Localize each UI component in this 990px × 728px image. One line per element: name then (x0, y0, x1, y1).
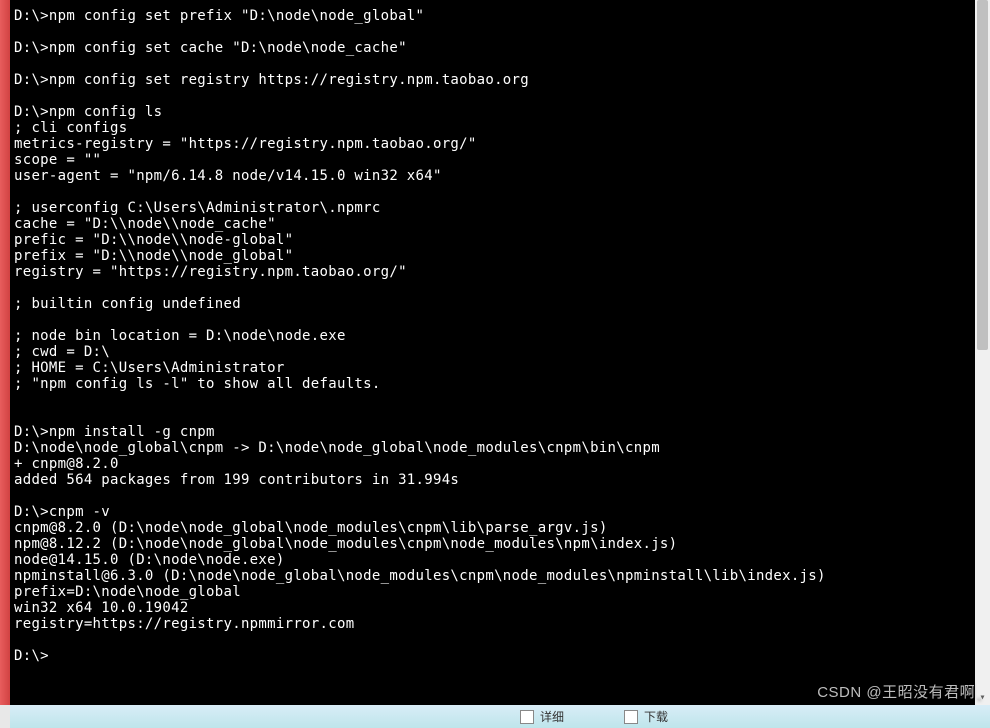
taskbar-label: 下载 (644, 708, 668, 725)
scrollbar-thumb[interactable] (977, 0, 988, 350)
terminal-scrollbar[interactable]: ▾ (975, 0, 990, 705)
download-icon (624, 710, 638, 724)
chevron-down-icon: ⌄ (975, 693, 984, 704)
command-prompt-terminal[interactable]: D:\>npm config set prefix "D:\node\node_… (10, 0, 975, 705)
taskbar-item-download[interactable]: 下载 (624, 708, 668, 725)
terminal-output: D:\>npm config set prefix "D:\node\node_… (14, 8, 826, 664)
page-left-edge (0, 0, 10, 705)
document-icon (520, 710, 534, 724)
watermark-text: CSDN @王昭没有君啊⌄ (817, 681, 984, 704)
taskbar-label: 详细 (540, 708, 564, 725)
taskbar-strip: 详细 下载 (10, 705, 990, 728)
taskbar-item-details[interactable]: 详细 (520, 708, 564, 725)
